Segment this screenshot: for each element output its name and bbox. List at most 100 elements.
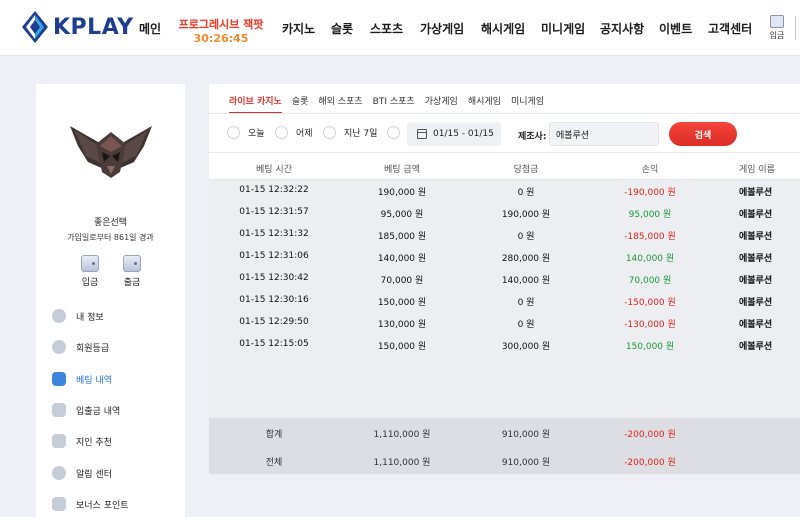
total-win: 910,000 원 [501,458,551,468]
filter-custom-radio[interactable] [387,126,408,139]
col-game-name: 게임 이름 [739,165,775,175]
subtotal-bet: 1,110,000 원 [373,430,431,440]
nav-mini[interactable]: 미니게임 [541,20,585,37]
transactions-icon [52,403,66,417]
provider-label: 제조사: [518,132,547,142]
filter-last7-label: 지난 7일 [344,129,378,139]
tab-hash[interactable]: 해시게임 [468,94,501,114]
profit-loss: 140,000 원 [625,254,675,264]
nav-main[interactable]: 메인 [139,20,161,37]
tab-virtual[interactable]: 가상게임 [425,94,458,114]
radio-circle [387,126,400,139]
jackpot-timer: 30:26:45 [193,32,249,45]
nav-slot[interactable]: 슬롯 [331,20,353,37]
col-bet-time: 베팅 시간 [256,165,292,175]
provider-input[interactable] [549,122,659,146]
bet-amount: 190,000 원 [377,188,427,198]
table-header: 베팅 시간 베팅 금액 당첨금 손익 게임 이름 [209,152,800,180]
profile-sidebar: 좋은선택 가입일로부터 861일 경과 입금 출금 내 정보 회원등급 베팅 내… [36,84,185,517]
bet-time: 01-15 12:31:06 [239,251,309,261]
nav-virtual[interactable]: 가상게임 [420,20,464,37]
nav-sports[interactable]: 스포츠 [370,20,403,37]
profit-loss: 95,000 원 [628,210,672,220]
filter-yesterday-radio[interactable]: 어제 [275,126,313,139]
winged-helmet-icon [70,126,152,178]
logo-text: KPLAY [53,14,134,40]
total-label: 전체 [265,458,283,468]
nav-casino[interactable]: 카지노 [282,20,315,37]
nav-hash[interactable]: 해시게임 [481,20,525,37]
col-profit-loss: 손익 [641,165,659,175]
header-deposit-button[interactable]: 입금 [766,15,788,41]
membership-days: 가입일로부터 861일 경과 [67,233,154,242]
bet-time: 01-15 12:30:16 [239,295,309,305]
totals-section: 합계 1,110,000 원 910,000 원 -200,000 원 전체 1… [209,418,800,474]
tab-live-casino[interactable]: 라이브 카지노 [229,94,282,114]
winnings: 280,000 원 [501,254,551,264]
tab-slot[interactable]: 슬롯 [292,94,309,114]
game-name: 에볼루션 [739,210,773,220]
sidebar-item-notifications[interactable]: 알림 센터 [52,463,112,483]
bet-time: 01-15 12:29:50 [239,317,309,327]
bet-history-panel: 라이브 카지노 슬롯 해외 스포츠 BTI 스포츠 가상게임 해시게임 미니게임… [209,84,800,474]
profit-loss: -185,000 원 [624,232,676,242]
nav-event[interactable]: 이벤트 [659,20,692,37]
sidebar-item-label: 알림 센터 [76,469,112,480]
bet-amount: 140,000 원 [377,254,427,264]
kplay-logo[interactable]: KPLAY [22,11,134,43]
tab-bti-sports[interactable]: BTI 스포츠 [373,94,415,114]
sidebar-item-label: 지인 추천 [76,437,112,448]
total-row: 전체 1,110,000 원 910,000 원 -200,000 원 [209,446,800,474]
winnings: 140,000 원 [501,276,551,286]
referral-icon [52,434,66,448]
nav-notice[interactable]: 공지사항 [600,20,644,37]
game-name: 에볼루션 [739,232,773,242]
sidebar-item-referral[interactable]: 지인 추천 [52,431,112,451]
progressive-jackpot-link[interactable]: 프로그레시브 잭팟 30:26:45 [178,18,264,46]
withdraw-label: 출금 [123,278,141,288]
tab-mini[interactable]: 미니게임 [511,94,544,114]
sidebar-item-transactions[interactable]: 입출금 내역 [52,400,120,420]
withdraw-wallet-icon [123,255,141,272]
date-range-value: 01/15 - 01/15 [433,129,494,139]
filter-last7-radio[interactable]: 지난 7일 [323,126,377,139]
sidebar-item-label: 회원등급 [76,343,110,354]
winnings: 0 원 [517,320,535,330]
jackpot-title: 프로그레시브 잭팟 [178,18,264,31]
sidebar-item-bet-history[interactable]: 베팅 내역 [52,369,112,389]
deposit-label: 입금 [81,278,99,288]
table-row: 01-15 12:15:05 150,000 원 300,000 원 150,0… [209,334,800,356]
nav-support[interactable]: 고객센터 [708,20,752,37]
withdraw-button[interactable]: 출금 [112,255,152,288]
sidebar-item-my-info[interactable]: 내 정보 [52,306,104,326]
bell-icon [52,466,66,480]
date-range-picker[interactable]: 01/15 - 01/15 [407,122,501,146]
filter-today-label: 오늘 [248,129,265,139]
bet-time: 01-15 12:31:57 [239,207,309,217]
table-row: 01-15 12:29:50 130,000 원 0 원 -130,000 원 … [209,312,800,334]
tab-overseas-sports[interactable]: 해외 스포츠 [318,94,362,114]
calendar-icon [417,129,427,139]
deposit-button[interactable]: 입금 [70,255,110,288]
search-button[interactable]: 검색 [669,122,737,146]
sidebar-item-label: 베팅 내역 [76,375,112,386]
filter-today-radio[interactable]: 오늘 [227,126,265,139]
profit-loss: -190,000 원 [624,188,676,198]
profit-loss: -130,000 원 [624,320,676,330]
bonus-icon [52,497,66,511]
sidebar-item-bonus-points[interactable]: 보너스 포인트 [52,494,129,514]
total-bet: 1,110,000 원 [373,458,431,468]
avatar [68,122,154,180]
bet-amount: 185,000 원 [377,232,427,242]
game-name: 에볼루션 [739,254,773,264]
bet-history-table: 베팅 시간 베팅 금액 당첨금 손익 게임 이름 01-15 12:32:22 … [209,152,800,418]
grade-icon [52,340,66,354]
bet-amount: 70,000 원 [380,276,424,286]
total-profit-loss: -200,000 원 [624,458,676,468]
header-divider [795,16,796,40]
top-header: KPLAY 메인 프로그레시브 잭팟 30:26:45 카지노 슬롯 스포츠 가… [0,0,800,56]
subtotal-row: 합계 1,110,000 원 910,000 원 -200,000 원 [209,418,800,446]
sidebar-item-member-grade[interactable]: 회원등급 [52,337,109,357]
table-row: 01-15 12:30:42 70,000 원 140,000 원 70,000… [209,268,800,290]
bet-time: 01-15 12:31:32 [239,229,309,239]
